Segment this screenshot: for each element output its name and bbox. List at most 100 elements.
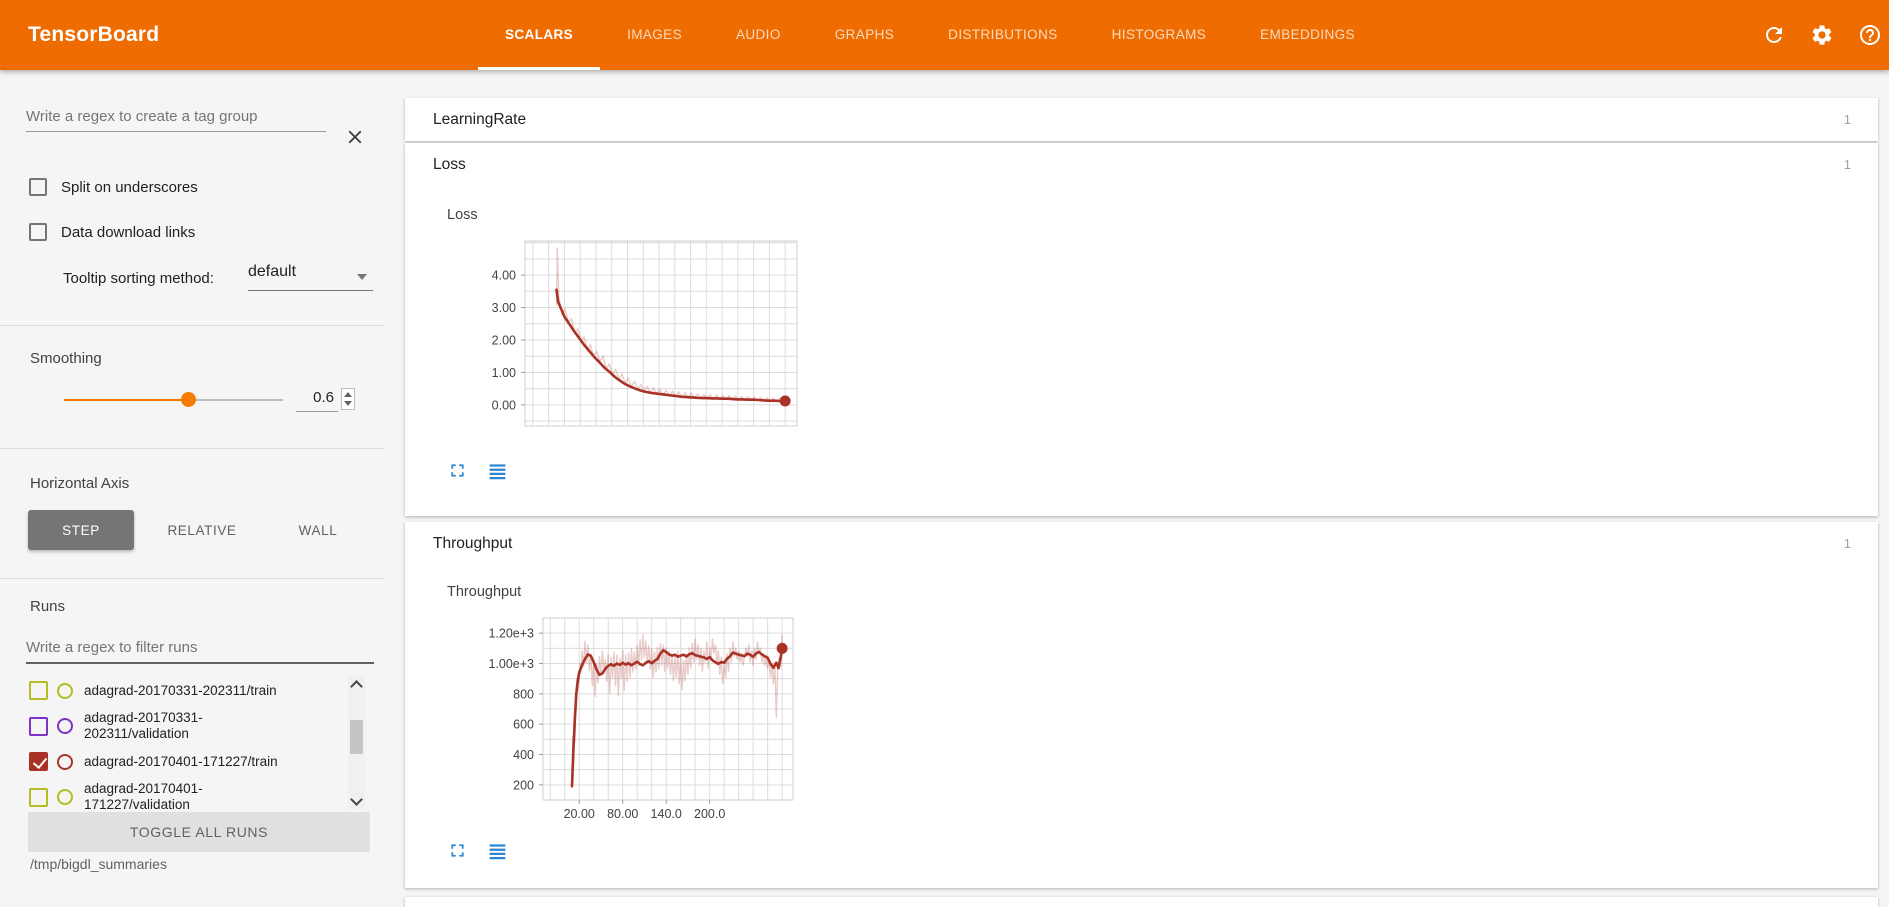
fullscreen-icon[interactable] — [447, 460, 468, 481]
run-name: adagrad-20170331-202311/validation — [84, 710, 290, 742]
run-name: adagrad-20170331-202311/train — [84, 683, 290, 699]
sidebar: Split on underscores Data download links… — [0, 70, 392, 907]
tab-images[interactable]: IMAGES — [600, 0, 709, 70]
svg-text:4.00: 4.00 — [492, 269, 516, 283]
smoothing-value[interactable]: 0.6 — [296, 386, 338, 412]
axis-wall-button[interactable]: WALL — [268, 510, 368, 550]
reorder-icon[interactable] — [487, 840, 508, 861]
tab-histograms[interactable]: HISTOGRAMS — [1085, 0, 1234, 70]
logdir-path: /tmp/bigdl_summaries — [30, 856, 167, 872]
section-count-badge: 1 — [1844, 143, 1851, 186]
run-filter-input[interactable] — [26, 632, 374, 664]
app-title: TensorBoard — [28, 0, 159, 70]
section-title: Loss — [433, 143, 466, 186]
run-radio[interactable] — [57, 718, 73, 734]
run-row[interactable]: adagrad-20170331-202311/validation — [26, 705, 374, 747]
split-underscores-checkbox[interactable]: Split on underscores — [29, 178, 198, 196]
run-name: adagrad-20170401-171227/train — [84, 754, 290, 770]
refresh-icon[interactable] — [1762, 23, 1786, 47]
svg-text:200: 200 — [513, 778, 534, 792]
svg-text:80.00: 80.00 — [607, 807, 638, 821]
tab-embeddings[interactable]: EMBEDDINGS — [1233, 0, 1382, 70]
arrow-down-icon[interactable] — [344, 401, 352, 406]
svg-text:140.0: 140.0 — [651, 807, 682, 821]
data-download-checkbox[interactable]: Data download links — [29, 223, 195, 241]
smoothing-label: Smoothing — [30, 350, 102, 367]
arrow-up-icon[interactable] — [344, 392, 352, 397]
section-header[interactable]: LearningRate 1 — [405, 98, 1878, 141]
tab-graphs[interactable]: GRAPHS — [808, 0, 921, 70]
scroll-down-icon[interactable] — [350, 793, 363, 806]
axis-relative-button[interactable]: RELATIVE — [146, 510, 258, 550]
section-loss: Loss 1 Loss 0.00 1.00 2.00 3.00 4.00 — [405, 143, 1878, 516]
svg-text:20.00: 20.00 — [564, 807, 595, 821]
svg-text:400: 400 — [513, 748, 534, 762]
chart-title: Throughput — [447, 584, 521, 600]
number-stepper[interactable] — [341, 388, 355, 410]
chart-toolbar — [447, 840, 508, 861]
runs-label: Runs — [30, 598, 65, 615]
section-count-badge: 1 — [1844, 522, 1851, 565]
fullscreen-icon[interactable] — [447, 840, 468, 861]
close-icon[interactable] — [344, 126, 366, 148]
svg-text:800: 800 — [513, 687, 534, 701]
run-row[interactable]: adagrad-20170331-202311/train — [26, 676, 374, 705]
tab-audio[interactable]: AUDIO — [709, 0, 808, 70]
chart-title: Loss — [447, 207, 478, 223]
slider-thumb[interactable] — [181, 392, 196, 407]
run-list: adagrad-20170331-202311/train adagrad-20… — [26, 676, 374, 810]
slider-fill — [64, 399, 195, 401]
smoothing-slider[interactable] — [64, 399, 283, 401]
tag-filter-input[interactable] — [26, 102, 326, 132]
svg-text:1.00e+3: 1.00e+3 — [488, 657, 534, 671]
tab-scalars[interactable]: SCALARS — [478, 0, 600, 70]
run-checkbox[interactable] — [29, 788, 48, 807]
tab-distributions[interactable]: DISTRIBUTIONS — [921, 0, 1084, 70]
section-header[interactable]: Throughput 1 — [405, 522, 1878, 565]
tensorboard-app: TensorBoard SCALARS IMAGES AUDIO GRAPHS … — [0, 0, 1889, 907]
gear-icon[interactable] — [1810, 23, 1834, 47]
checkbox-icon[interactable] — [29, 178, 47, 196]
svg-text:2.00: 2.00 — [492, 333, 516, 347]
nav-tabs: SCALARS IMAGES AUDIO GRAPHS DISTRIBUTION… — [478, 0, 1382, 70]
run-list-scrollbar[interactable] — [348, 676, 365, 810]
run-name: adagrad-20170401-171227/validation — [84, 781, 290, 810]
section-header[interactable]: Loss 1 — [405, 143, 1878, 186]
loss-chart[interactable]: 0.00 1.00 2.00 3.00 4.00 — [447, 236, 812, 436]
divider — [0, 578, 384, 579]
svg-text:600: 600 — [513, 718, 534, 732]
reorder-icon[interactable] — [487, 460, 508, 481]
horizontal-axis-label: Horizontal Axis — [30, 475, 129, 492]
section-title: LearningRate — [433, 98, 526, 141]
run-radio[interactable] — [57, 789, 73, 805]
divider — [0, 325, 384, 326]
run-radio[interactable] — [57, 754, 73, 770]
svg-text:1.00: 1.00 — [492, 366, 516, 380]
run-radio[interactable] — [57, 683, 73, 699]
section-learningrate: LearningRate 1 — [405, 98, 1878, 141]
next-section-partial — [405, 897, 1878, 907]
tooltip-sorting-dropdown[interactable]: default — [248, 263, 373, 291]
section-throughput: Throughput 1 Throughput 200 400 600 800 1.00… — [405, 522, 1878, 888]
run-checkbox[interactable] — [29, 752, 48, 771]
help-icon[interactable] — [1858, 23, 1882, 47]
toggle-all-runs-button[interactable]: TOGGLE ALL RUNS — [28, 812, 370, 852]
svg-text:0.00: 0.00 — [492, 398, 516, 412]
axis-step-button[interactable]: STEP — [28, 510, 134, 550]
checkbox-label: Data download links — [61, 224, 195, 241]
svg-text:3.00: 3.00 — [492, 301, 516, 315]
dropdown-value: default — [248, 263, 296, 280]
run-row[interactable]: adagrad-20170401-171227/train — [26, 747, 374, 776]
section-count-badge: 1 — [1844, 98, 1851, 141]
scrollbar-thumb[interactable] — [350, 720, 363, 754]
run-checkbox[interactable] — [29, 681, 48, 700]
app-header: TensorBoard SCALARS IMAGES AUDIO GRAPHS … — [0, 0, 1889, 70]
divider — [0, 448, 384, 449]
checkbox-icon[interactable] — [29, 223, 47, 241]
scroll-up-icon[interactable] — [350, 680, 363, 693]
checkbox-label: Split on underscores — [61, 179, 198, 196]
run-checkbox[interactable] — [29, 717, 48, 736]
throughput-chart[interactable]: 2004006008001.00e+31.20e+320.0080.00140.… — [447, 612, 812, 830]
tooltip-sorting-label: Tooltip sorting method: — [63, 270, 214, 287]
run-row[interactable]: adagrad-20170401-171227/validation — [26, 776, 374, 810]
